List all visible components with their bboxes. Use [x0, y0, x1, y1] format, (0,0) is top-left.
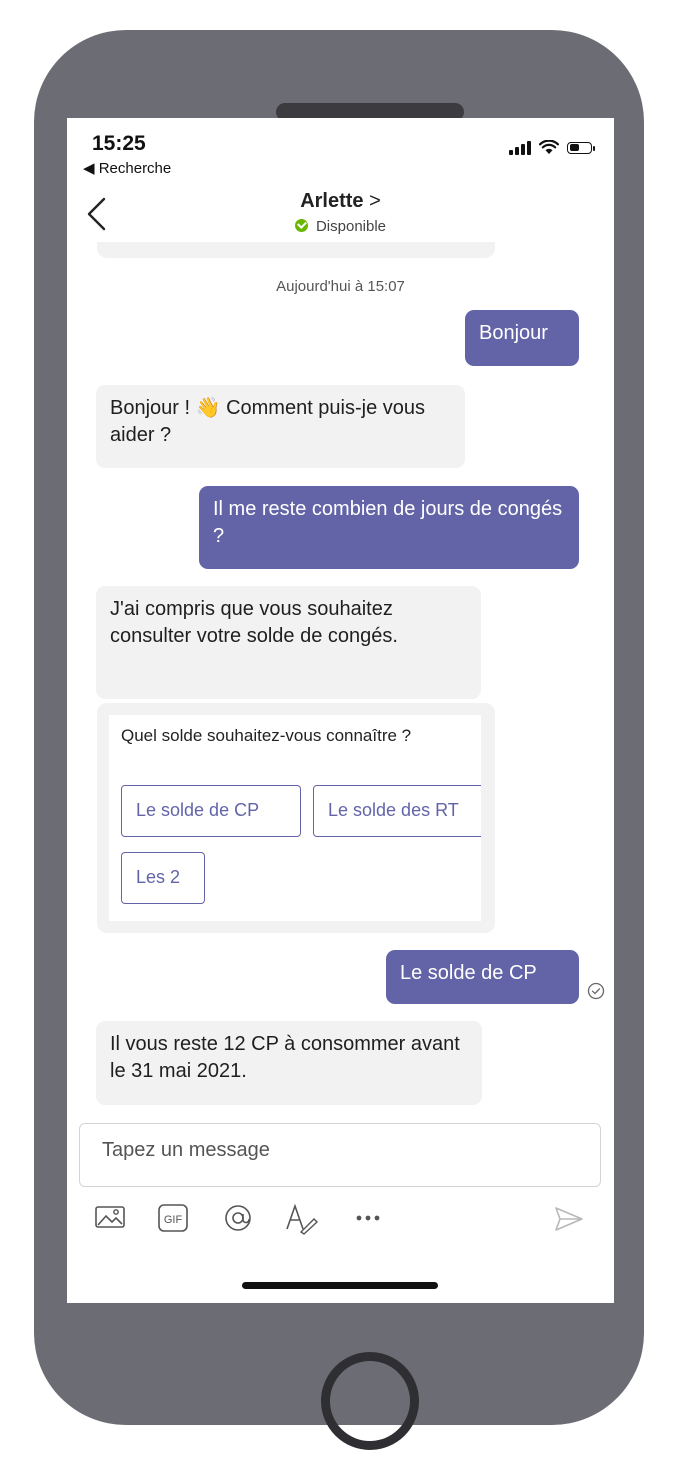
presence-available-icon — [294, 219, 308, 232]
status-time: 15:25 — [92, 132, 146, 155]
read-receipt-icon — [587, 982, 605, 1000]
svg-text:GIF: GIF — [164, 1214, 183, 1226]
adaptive-card: Quel solde souhaitez-vous connaître ? Le… — [97, 703, 495, 933]
conversation-timestamp: Aujourd'hui à 15:07 — [276, 278, 405, 295]
home-indicator[interactable] — [242, 1282, 438, 1289]
more-icon[interactable] — [355, 1213, 381, 1223]
message-outgoing: Il me reste combien de jours de congés ? — [199, 486, 579, 569]
wifi-icon — [539, 140, 559, 154]
signal-icon — [509, 140, 531, 155]
back-to-app-link[interactable]: ◀ Recherche — [83, 159, 171, 177]
message-input[interactable] — [100, 1138, 584, 1163]
format-icon[interactable] — [284, 1203, 320, 1235]
home-button[interactable] — [321, 1352, 419, 1450]
message-incoming: Il vous reste 12 CP à consommer avant le… — [96, 1021, 482, 1105]
contact-name-button[interactable]: Arlette > — [67, 190, 614, 213]
image-icon[interactable] — [94, 1203, 126, 1231]
card-question: Quel solde souhaitez-vous connaître ? — [121, 726, 412, 745]
status-icons — [509, 140, 595, 155]
gif-icon[interactable]: GIF — [157, 1203, 189, 1233]
card-option-button[interactable]: Les 2 — [121, 852, 205, 904]
chevron-right-icon: > — [369, 190, 381, 212]
previous-message-bubble — [97, 242, 495, 258]
presence-label: Disponible — [315, 218, 387, 235]
compose-box[interactable] — [79, 1123, 601, 1187]
battery-icon — [567, 141, 595, 154]
message-incoming: J'ai compris que vous souhaitez consulte… — [96, 586, 481, 699]
adaptive-card-body: Quel solde souhaitez-vous connaître ? Le… — [109, 715, 481, 921]
screen: 15:25 ◀ Recherche Arlette > Disponible A… — [67, 118, 614, 1303]
card-option-button[interactable]: Le solde des RT — [313, 785, 481, 837]
message-outgoing: Bonjour — [465, 310, 579, 366]
card-option-button[interactable]: Le solde de CP — [121, 785, 301, 837]
presence-status: Disponible — [67, 218, 614, 235]
message-incoming: Bonjour ! 👋 Comment puis-je vous aider ? — [96, 385, 465, 468]
message-outgoing: Le solde de CP — [386, 950, 579, 1004]
send-icon[interactable] — [553, 1205, 585, 1233]
mention-icon[interactable] — [222, 1203, 254, 1233]
contact-name: Arlette — [300, 190, 364, 212]
